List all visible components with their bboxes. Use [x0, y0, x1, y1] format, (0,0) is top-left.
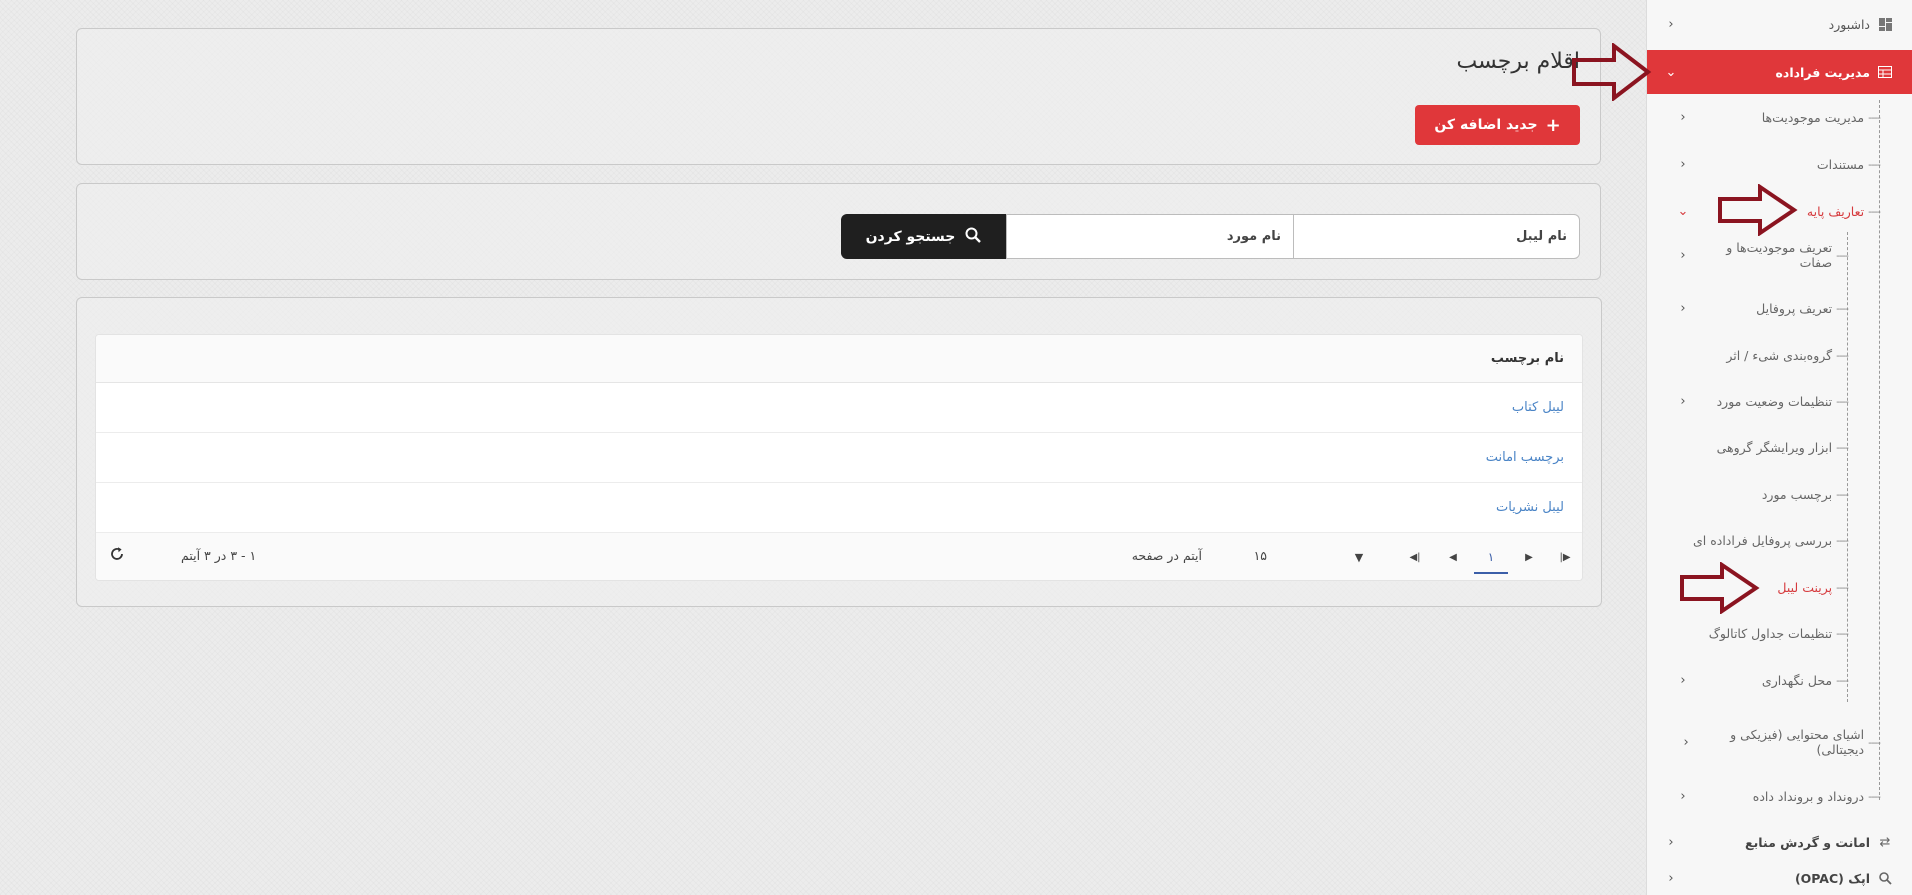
chevron-left-icon: ‹ [1680, 393, 1686, 409]
sidebar-label: داشبورد [1828, 16, 1870, 32]
search-button[interactable]: جستجو کردن [841, 214, 1006, 259]
label-name-field[interactable] [1293, 214, 1580, 259]
items-per-page-label: آیتم در صفحه [1131, 548, 1202, 563]
sidebar-label: بررسی پروفایل فراداده ای [1692, 532, 1833, 548]
sidebar-label: برچسب مورد [1761, 486, 1833, 502]
chevron-left-icon: ‹ [1680, 788, 1686, 804]
search-row: جستجو کردن [841, 214, 1580, 259]
sidebar-label: اشیای محتوایی (فیزیکی و دیجیتالی) [1730, 727, 1865, 757]
prev-page-icon[interactable]: ▶ [1512, 541, 1546, 574]
annotation-arrow-icon [1680, 562, 1760, 614]
sidebar-label: مستندات [1816, 156, 1865, 172]
add-new-button[interactable]: + جدید اضافه کن [1415, 105, 1580, 145]
sidebar-item-opac[interactable]: اپک (OPAC) ‹ [1647, 867, 1912, 895]
sidebar-item-item-label[interactable]: ---- برچسب مورد [1647, 474, 1912, 514]
table-row: لیبل نشریات [96, 483, 1582, 533]
sidebar-item-entity-management[interactable]: ---- مدیریت موجودیت‌ها ‹ [1647, 97, 1912, 137]
sidebar-label: درونداد و برونداد داده [1752, 788, 1865, 804]
range-label: ۱ - ۳ در ۳ آیتم [181, 548, 257, 563]
next-page-icon[interactable]: ◀ [1436, 541, 1470, 574]
sidebar-item-catalog-tables[interactable]: ---- تنظیمات جداول کاتالوگ [1647, 613, 1912, 653]
chevron-left-icon: ‹ [1680, 300, 1686, 316]
row-link[interactable]: لیبل کتاب [1512, 400, 1564, 415]
chevron-down-icon: ⌄ [1665, 64, 1677, 80]
item-name-field[interactable] [1006, 214, 1293, 259]
chevron-left-icon: ‹ [1680, 672, 1686, 688]
column-header[interactable]: نام برچسب [96, 335, 1582, 383]
sidebar-label: تنظیمات وضعیت مورد [1716, 393, 1833, 409]
refresh-icon[interactable] [106, 546, 128, 567]
chevron-left-icon: ‹ [1668, 834, 1674, 850]
sidebar-label: مدیریت فراداده [1775, 64, 1870, 80]
chevron-left-icon: ‹ [1668, 16, 1674, 32]
page-size-dropdown-icon[interactable]: ▼ [1342, 541, 1376, 574]
label-name-input[interactable] [1306, 229, 1567, 244]
sidebar: داشبورد ‹ مدیریت فراداده ⌄ ---- مدیریت م… [1646, 0, 1912, 895]
sidebar-label: تنظیمات جداول کاتالوگ [1708, 625, 1833, 641]
table-icon [1878, 65, 1892, 79]
sidebar-item-storage-location[interactable]: ---- محل نگهداری ‹ [1647, 660, 1912, 700]
sidebar-item-metadata[interactable]: مدیریت فراداده ⌄ [1647, 50, 1912, 94]
sidebar-item-documents[interactable]: ---- مستندات ‹ [1647, 144, 1912, 184]
table-panel: نام برچسب لیبل کتاب برچسب امانت لیبل نشر… [76, 297, 1602, 607]
chevron-left-icon: ‹ [1680, 247, 1686, 263]
sidebar-item-circulation[interactable]: ⇄ امانت و گردش منابع ‹ [1647, 822, 1912, 862]
sidebar-item-profile-review[interactable]: ---- بررسی پروفایل فراداده ای [1647, 520, 1912, 560]
row-link[interactable]: لیبل نشریات [1496, 500, 1564, 515]
sidebar-label: اپک (OPAC) [1794, 871, 1870, 886]
sidebar-label: ابزار ویرایشگر گروهی [1716, 439, 1833, 455]
sidebar-label: مدیریت موجودیت‌ها [1761, 109, 1865, 125]
current-page[interactable]: ۱ [1474, 541, 1508, 574]
pager: ▶| ▶ ۱ ◀ |◀ ▼ ۱۵ آیتم در صفحه ۱ - ۳ در ۳… [96, 533, 1582, 580]
sidebar-item-profile-definition[interactable]: ---- تعریف پروفایل ‹ [1647, 288, 1912, 328]
search-panel: جستجو کردن [76, 183, 1601, 280]
sidebar-label: محل نگهداری [1761, 672, 1833, 688]
sidebar-item-dashboard[interactable]: داشبورد ‹ [1647, 4, 1912, 44]
header-panel: اقلام برچسب + جدید اضافه کن [76, 28, 1601, 165]
sidebar-label: گروه‌بندی شیء / اثر [1726, 347, 1833, 363]
item-name-input[interactable] [1019, 229, 1281, 244]
table-row: لیبل کتاب [96, 383, 1582, 433]
search-icon [965, 227, 982, 247]
swap-arrows-icon: ⇄ [1879, 834, 1891, 850]
add-new-label: جدید اضافه کن [1434, 117, 1538, 133]
annotation-arrow-icon [1572, 43, 1652, 101]
sidebar-item-data-io[interactable]: ---- درونداد و برونداد داده ‹ [1647, 776, 1912, 816]
chevron-down-icon: ⌄ [1677, 203, 1689, 219]
dashboard-icon [1878, 17, 1892, 31]
labels-table: نام برچسب لیبل کتاب برچسب امانت لیبل نشر… [95, 334, 1583, 581]
chevron-left-icon: ‹ [1668, 871, 1674, 886]
chevron-left-icon: ‹ [1683, 734, 1689, 750]
chevron-left-icon: ‹ [1680, 109, 1686, 125]
search-icon [1878, 871, 1892, 885]
sidebar-item-item-status-settings[interactable]: ---- تنظیمات وضعیت مورد ‹ [1647, 381, 1912, 421]
table-row: برچسب امانت [96, 433, 1582, 483]
plus-icon: + [1545, 114, 1561, 136]
page-title: اقلام برچسب [1456, 49, 1580, 74]
search-button-label: جستجو کردن [865, 228, 956, 245]
column-header-label: نام برچسب [1490, 351, 1564, 366]
sidebar-label: تعریف موجودیت‌ها و صفات [1726, 240, 1833, 270]
page-size-value[interactable]: ۱۵ [1254, 548, 1267, 563]
sidebar-item-object-grouping[interactable]: ---- گروه‌بندی شیء / اثر [1647, 335, 1912, 375]
sidebar-item-entity-definitions[interactable]: ---- تعریف موجودیت‌ها و صفات ‹ [1647, 236, 1912, 274]
annotation-arrow-icon [1718, 184, 1798, 236]
sidebar-item-bulk-editor[interactable]: ---- ابزار ویرایشگر گروهی [1647, 427, 1912, 467]
sidebar-label: امانت و گردش منابع [1745, 834, 1870, 850]
last-page-icon[interactable]: |◀ [1398, 541, 1432, 574]
chevron-left-icon: ‹ [1680, 156, 1686, 172]
sidebar-label: تعریف پروفایل [1756, 300, 1833, 316]
sidebar-item-content-objects[interactable]: ---- اشیای محتوایی (فیزیکی و دیجیتالی) ‹ [1647, 720, 1912, 764]
first-page-icon[interactable]: ▶| [1548, 541, 1582, 574]
row-link[interactable]: برچسب امانت [1486, 450, 1564, 465]
